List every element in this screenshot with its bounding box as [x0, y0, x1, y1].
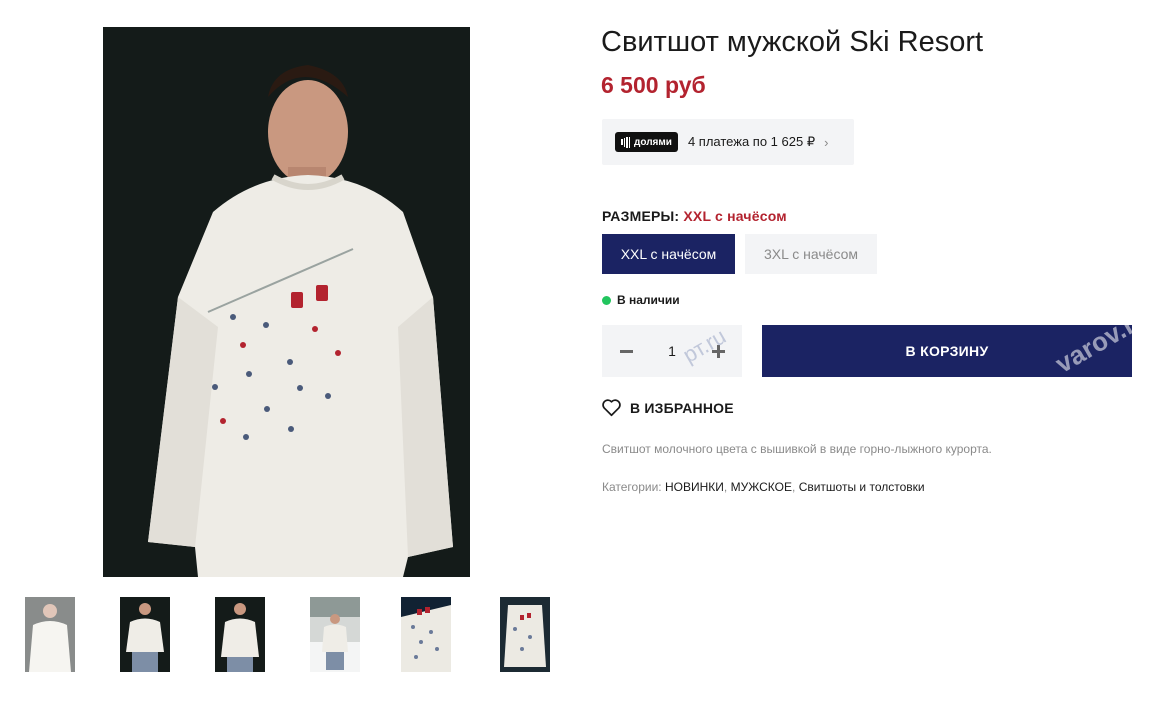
- product-categories: Категории: НОВИНКИ, МУЖСКОЕ, Свитшоты и …: [602, 480, 925, 494]
- in-stock-dot-icon: [602, 295, 611, 305]
- sizes-selected-value: XXL с начёсом: [683, 208, 787, 224]
- thumbnail-3[interactable]: [215, 597, 265, 672]
- category-link-men[interactable]: МУЖСКОЕ: [731, 480, 792, 494]
- quantity-stepper: рт.ru: [602, 323, 742, 377]
- category-link-new[interactable]: НОВИНКИ: [665, 480, 724, 494]
- thumbnail-1[interactable]: [25, 597, 75, 672]
- thumbnail-4[interactable]: [310, 597, 360, 672]
- thumbnail-2[interactable]: [120, 597, 170, 672]
- add-to-cart-button[interactable]: В КОРЗИНУ varov.r: [762, 325, 1132, 377]
- size-option-xxl[interactable]: XXL с начёсом: [602, 234, 735, 274]
- main-product-photo[interactable]: [103, 27, 470, 577]
- category-link-sweatshirts[interactable]: Свитшоты и толстовки: [799, 480, 925, 494]
- watermark-text-b: varov.r: [1050, 325, 1132, 377]
- size-option-3xl[interactable]: 3XL с начёсом: [745, 234, 877, 274]
- thumbnail-strip: [25, 597, 555, 672]
- product-description: Свитшот молочного цвета с вышивкой в вид…: [602, 442, 992, 456]
- thumbnail-5[interactable]: [401, 597, 451, 672]
- thumbnail-6[interactable]: [500, 597, 550, 672]
- sweatshirt-model-image: [103, 27, 470, 577]
- add-to-cart-label: В КОРЗИНУ: [905, 343, 989, 359]
- stock-text: В наличии: [617, 293, 680, 307]
- categories-label: Категории:: [602, 480, 662, 494]
- dolyami-logo: долями: [615, 132, 678, 152]
- product-price: 6 500 руб: [601, 72, 706, 98]
- installment-text: 4 платежа по 1 625 ₽: [687, 134, 816, 149]
- add-to-favorites-button[interactable]: В ИЗБРАННОЕ: [601, 398, 734, 417]
- dolyami-bars-icon: [621, 136, 630, 148]
- dolyami-badge-text: долями: [634, 136, 672, 148]
- sizes-label: РАЗМЕРЫ:: [602, 208, 680, 224]
- sizes-heading: РАЗМЕРЫ: XXL с начёсом: [602, 208, 787, 224]
- quantity-increase-button[interactable]: [694, 325, 742, 377]
- stock-status: В наличии: [602, 293, 680, 307]
- quantity-input[interactable]: [650, 342, 694, 360]
- heart-icon: [602, 399, 621, 417]
- favorites-label: В ИЗБРАННОЕ: [630, 399, 734, 416]
- product-title: Свитшот мужской Ski Resort: [601, 26, 984, 58]
- chevron-right-icon: ›: [824, 134, 829, 150]
- minus-icon: [619, 349, 633, 353]
- installment-offer[interactable]: долями 4 платежа по 1 625 ₽ ›: [602, 119, 854, 165]
- quantity-decrease-button[interactable]: [602, 325, 650, 377]
